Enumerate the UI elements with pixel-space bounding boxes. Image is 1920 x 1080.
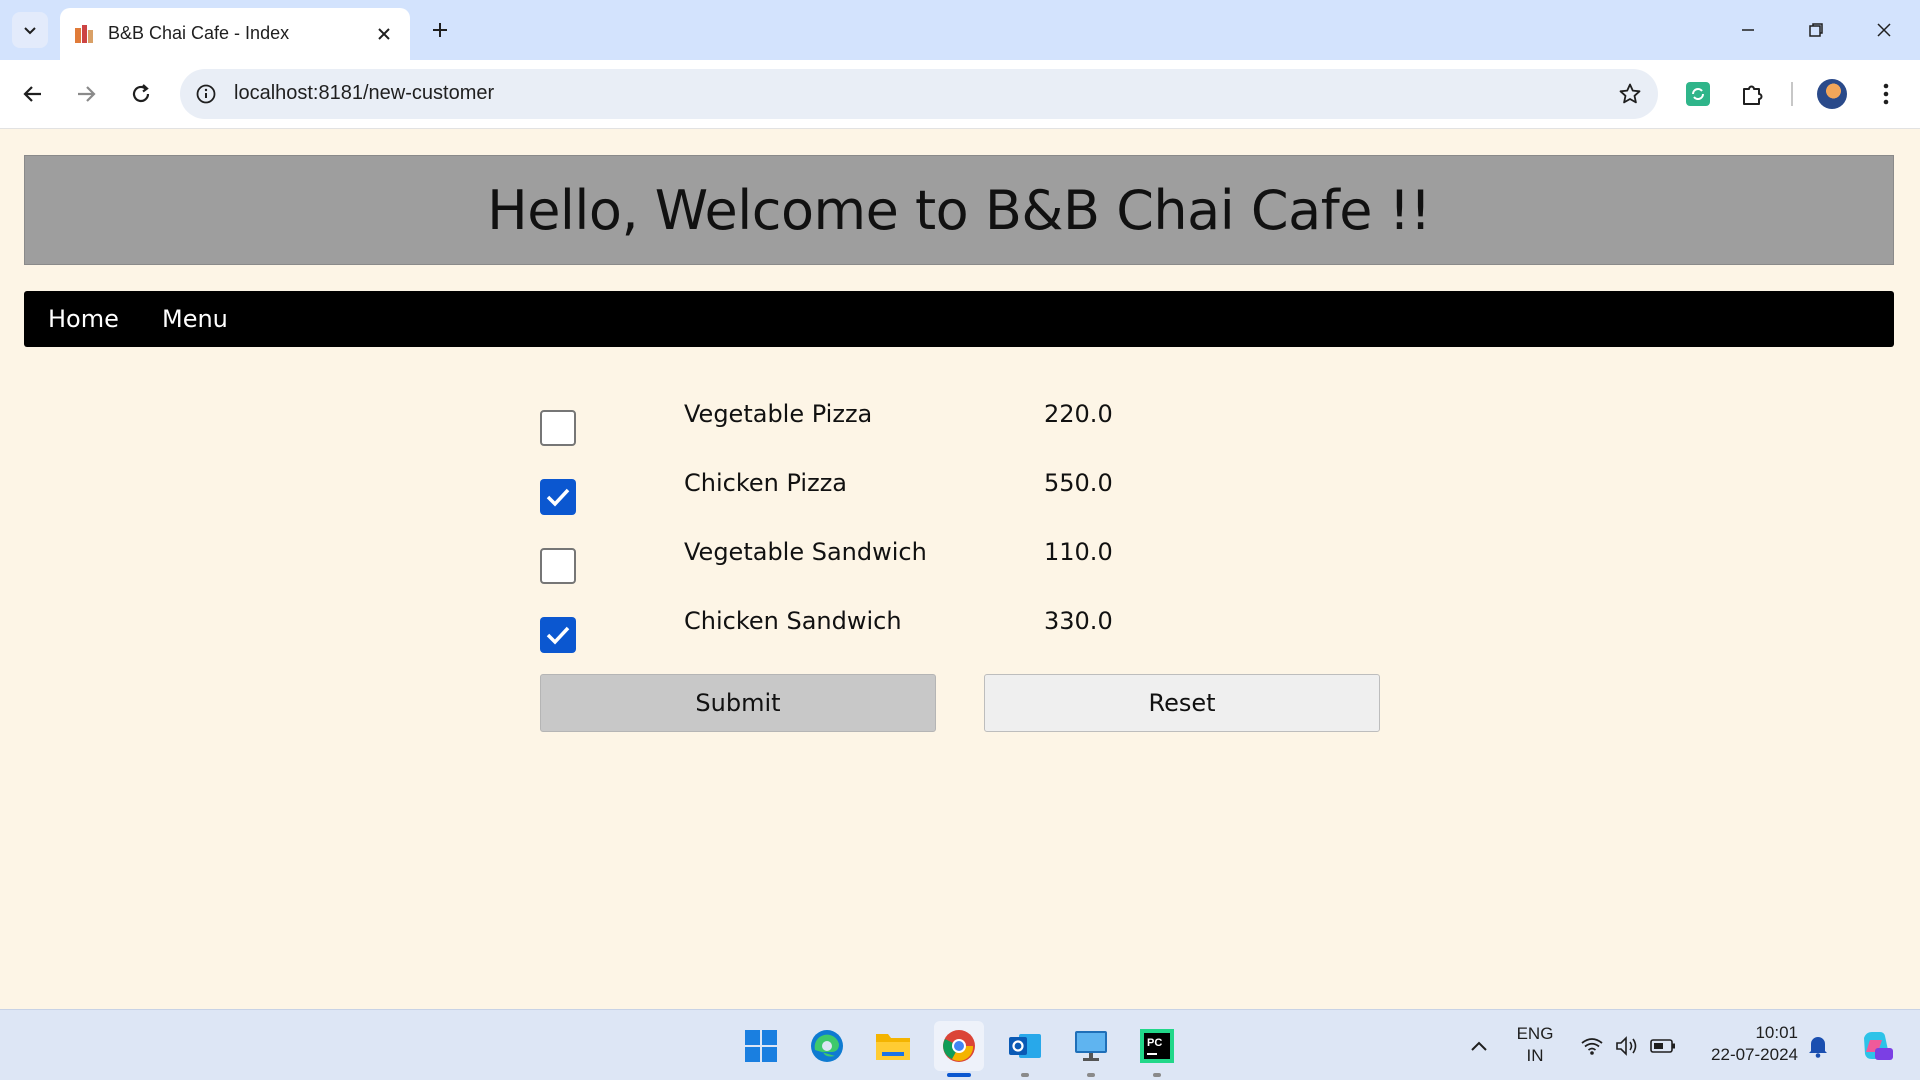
toolbar-divider — [1791, 82, 1793, 106]
taskbar-outlook[interactable] — [1000, 1021, 1050, 1077]
chevron-up-icon — [1471, 1041, 1487, 1051]
menu-item-row: Chicken Sandwich 330.0 — [540, 607, 1240, 657]
extension-button[interactable] — [1678, 74, 1718, 114]
wifi-icon[interactable] — [1578, 1032, 1606, 1060]
show-hidden-icons-button[interactable] — [1465, 1032, 1493, 1060]
menu-item-row: Chicken Pizza 550.0 — [540, 469, 1240, 519]
taskbar-file-explorer[interactable] — [868, 1021, 918, 1071]
tab-title: B&B Chai Cafe - Index — [108, 23, 290, 43]
extension-sync-icon — [1686, 82, 1710, 106]
menu-item-row: Vegetable Pizza 220.0 — [540, 400, 1240, 450]
copilot-icon[interactable] — [1857, 1027, 1895, 1065]
chevron-down-icon — [24, 27, 36, 35]
new-tab-button[interactable] — [424, 14, 456, 46]
more-vertical-icon — [1883, 83, 1889, 105]
language-code: ENG — [1516, 1024, 1554, 1043]
forward-button[interactable] — [66, 74, 106, 114]
item-name: Vegetable Pizza — [684, 400, 873, 428]
monitor-icon — [1075, 1031, 1107, 1061]
page-content: Hello, Welcome to B&B Chai Cafe !! Home … — [0, 129, 1920, 1009]
bookmark-star-icon[interactable] — [1616, 80, 1644, 108]
taskbar-edge[interactable] — [802, 1021, 852, 1071]
browser-tab-strip: B&B Chai Cafe - Index — [0, 0, 1920, 60]
folder-icon — [876, 1034, 910, 1060]
item-checkbox[interactable] — [540, 548, 576, 584]
clock-date: 22-07-2024 — [1711, 1045, 1798, 1064]
taskbar-pycharm[interactable]: PC — [1132, 1021, 1182, 1077]
welcome-banner: Hello, Welcome to B&B Chai Cafe !! — [24, 155, 1894, 265]
windows-logo-icon — [745, 1030, 777, 1062]
active-app-indicator — [947, 1073, 971, 1077]
nav-menu-link[interactable]: Menu — [162, 305, 228, 333]
plus-icon — [433, 23, 447, 37]
running-app-indicator — [1153, 1073, 1161, 1077]
item-checkbox[interactable] — [540, 410, 576, 446]
running-app-indicator — [1087, 1073, 1095, 1077]
item-name: Chicken Sandwich — [684, 607, 902, 635]
site-info-icon[interactable] — [192, 80, 220, 108]
reload-button[interactable] — [121, 74, 161, 114]
minimize-icon — [1742, 29, 1754, 31]
chrome-icon — [943, 1030, 975, 1062]
checkmark-icon — [546, 626, 570, 645]
windows-taskbar: PC ENG IN 10:01 22-07-2024 — [0, 1009, 1920, 1080]
reset-button[interactable]: Reset — [984, 674, 1380, 732]
cafe-favicon-icon — [75, 25, 93, 43]
submit-button[interactable]: Submit — [540, 674, 936, 732]
item-checkbox[interactable] — [540, 479, 576, 515]
item-price: 110.0 — [1044, 538, 1113, 566]
puzzle-icon — [1743, 85, 1763, 105]
item-name: Chicken Pizza — [684, 469, 847, 497]
item-name: Vegetable Sandwich — [684, 538, 927, 566]
reload-icon — [132, 84, 150, 103]
item-price: 330.0 — [1044, 607, 1113, 635]
close-tab-icon[interactable] — [372, 22, 396, 46]
outlook-icon — [1009, 1034, 1041, 1058]
item-price: 550.0 — [1044, 469, 1113, 497]
page-title: Hello, Welcome to B&B Chai Cafe !! — [487, 178, 1431, 242]
item-price: 220.0 — [1044, 400, 1113, 428]
arrow-left-icon — [23, 86, 41, 102]
start-button[interactable] — [736, 1021, 786, 1071]
restore-icon — [1809, 23, 1823, 37]
running-app-indicator — [1021, 1073, 1029, 1077]
tab-search-button[interactable] — [12, 12, 48, 48]
svg-text:PC: PC — [1147, 1037, 1162, 1049]
pycharm-icon: PC — [1140, 1029, 1174, 1063]
minimize-button[interactable] — [1726, 10, 1770, 50]
browser-tab[interactable]: B&B Chai Cafe - Index — [60, 8, 410, 60]
profile-avatar[interactable] — [1817, 79, 1847, 109]
top-navbar: Home Menu — [24, 291, 1894, 347]
back-button[interactable] — [13, 74, 53, 114]
close-icon — [1877, 23, 1891, 37]
close-window-button[interactable] — [1862, 10, 1906, 50]
clock-time: 10:01 — [1755, 1023, 1798, 1042]
arrow-right-icon — [78, 86, 96, 102]
nav-home-link[interactable]: Home — [48, 305, 119, 333]
item-checkbox[interactable] — [540, 617, 576, 653]
restore-button[interactable] — [1794, 10, 1838, 50]
edge-icon — [811, 1030, 843, 1062]
clock[interactable]: 10:01 22-07-2024 — [1694, 1022, 1798, 1066]
battery-icon[interactable] — [1649, 1032, 1677, 1060]
language-indicator[interactable]: ENG IN — [1510, 1023, 1560, 1067]
volume-icon[interactable] — [1613, 1032, 1641, 1060]
taskbar-chrome[interactable] — [934, 1021, 984, 1077]
browser-menu-button[interactable] — [1866, 74, 1906, 114]
address-bar[interactable]: localhost:8181/new-customer — [180, 69, 1658, 119]
taskbar-remote-desktop[interactable] — [1066, 1021, 1116, 1077]
browser-toolbar: localhost:8181/new-customer — [0, 60, 1920, 129]
notification-bell-icon[interactable] — [1804, 1032, 1832, 1060]
url-text[interactable]: localhost:8181/new-customer — [234, 82, 494, 105]
extensions-menu-button[interactable] — [1733, 74, 1773, 114]
menu-item-row: Vegetable Sandwich 110.0 — [540, 538, 1240, 588]
region-code: IN — [1526, 1046, 1544, 1065]
checkmark-icon — [546, 488, 570, 507]
